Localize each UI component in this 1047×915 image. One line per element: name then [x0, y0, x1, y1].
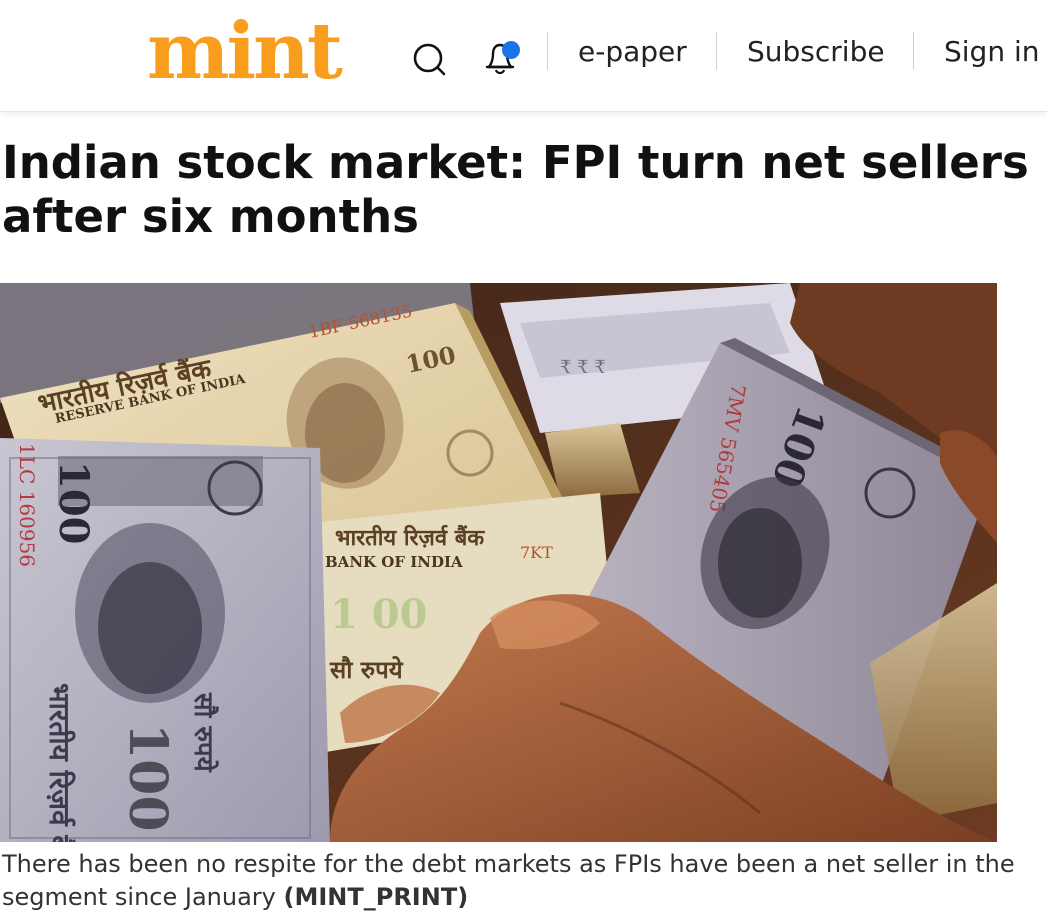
sign-in-link[interactable]: Sign in — [944, 32, 1040, 72]
banknote-serial: 1LC 160956 — [15, 443, 39, 567]
gandhi-100-note-left: 1LC 160956 100 भारतीय रिज़र्व बैंक 100 स… — [0, 438, 330, 842]
nav-divider — [547, 32, 548, 70]
image-caption: There has been no respite for the debt m… — [2, 848, 1042, 914]
mint-logo[interactable]: mint — [147, 4, 343, 100]
notification-bell-icon[interactable] — [481, 37, 525, 77]
image-credit: (MINT_PRINT) — [283, 883, 469, 911]
banknote-code: 7KT — [520, 543, 553, 562]
banknote-hindi-text: भारतीय रिज़र्व बैंक — [43, 683, 76, 842]
search-icon[interactable] — [410, 40, 448, 78]
nav-divider — [716, 32, 717, 70]
site-header: mint e-paper Subscribe Sign in — [0, 0, 1047, 112]
svg-text:100: 100 — [117, 723, 178, 832]
banknote-hindi-text: भारतीय रिज़र्व बैंक — [335, 524, 485, 551]
caption-text: There has been no respite for the debt m… — [2, 850, 1015, 911]
banknote-rupees-text: सौ रुपये — [188, 692, 219, 773]
banknote-rupees-text: सौ रुपये — [329, 655, 404, 684]
article-hero-image: ₹ ₹ ₹ भारतीय रिज़र्व बैंक RESERVE BANK O… — [0, 283, 997, 842]
banknote-english-text: BANK OF INDIA — [325, 553, 463, 571]
svg-text:1 00: 1 00 — [330, 591, 427, 638]
notification-dot — [502, 41, 520, 59]
epaper-link[interactable]: e-paper — [578, 32, 687, 72]
nav-divider — [913, 32, 914, 70]
article-headline: Indian stock market: FPI turn net seller… — [2, 136, 1029, 243]
banknote-denomination: 100 — [50, 461, 97, 545]
svg-text:₹ ₹ ₹: ₹ ₹ ₹ — [560, 357, 606, 378]
subscribe-link[interactable]: Subscribe — [747, 32, 885, 72]
